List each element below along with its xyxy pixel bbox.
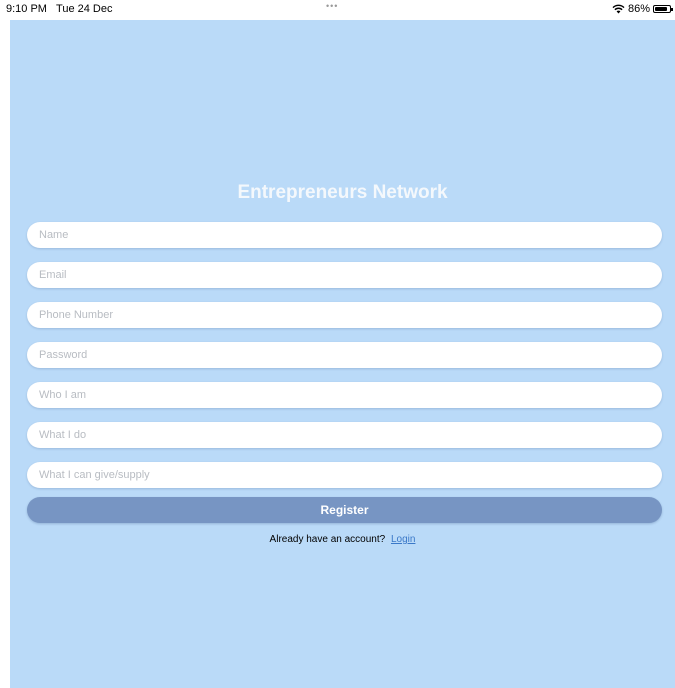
login-prompt: Already have an account? Login [10, 534, 675, 545]
who-i-am-field[interactable] [27, 382, 662, 408]
password-field[interactable] [27, 342, 662, 368]
status-bar: 9:10 PM Tue 24 Dec ••• 86% [0, 0, 675, 20]
register-button[interactable]: Register [27, 497, 662, 523]
registration-screen: Entrepreneurs Network Register Already h… [10, 20, 675, 688]
phone-number-field[interactable] [27, 302, 662, 328]
battery-percentage: 86% [627, 3, 650, 15]
status-right: 86% [612, 3, 673, 15]
what-i-can-give-field[interactable] [27, 462, 662, 488]
app-title: Entrepreneurs Network [237, 182, 448, 203]
status-time: 9:10 PM [6, 3, 47, 15]
what-i-do-field[interactable] [27, 422, 662, 448]
account-prompt-text: Already have an account? [269, 534, 386, 545]
status-date: Tue 24 Dec [56, 3, 113, 15]
wifi-icon [612, 4, 625, 14]
name-field[interactable] [27, 222, 662, 248]
status-left: 9:10 PM Tue 24 Dec [6, 3, 113, 15]
multitasking-dots[interactable]: ••• [326, 1, 338, 11]
login-link[interactable]: Login [391, 534, 415, 545]
battery-icon [653, 5, 673, 13]
email-field[interactable] [27, 262, 662, 288]
